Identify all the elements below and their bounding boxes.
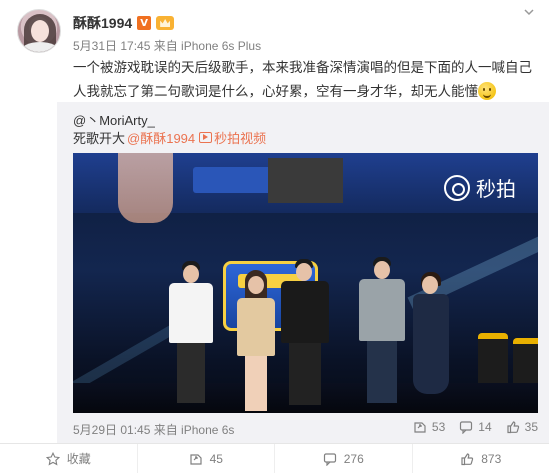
repost-text-prefix: 死歌开大 [73,131,126,146]
like-button[interactable]: 873 [411,444,549,473]
avatar[interactable] [17,9,61,53]
favorite-button[interactable]: 收藏 [0,444,137,473]
post-text: 一个被游戏耽误的天后级歌手，本来我准备深情演唱的但是下面的人一喊自己人我就忘了第… [73,56,533,104]
share-icon [413,420,427,434]
repost-button[interactable]: 45 [136,444,275,473]
weibo-post: 酥酥1994 V 5月31日 17:45 来自 iPhone 6s Plus 一… [0,0,549,473]
comment-icon [459,420,473,434]
repost-stats: 53 14 35 [413,420,538,434]
thumbs-up-icon [460,452,474,466]
favorite-label: 收藏 [66,452,91,466]
comment-count: 276 [343,451,364,466]
star-icon [45,451,60,466]
repost-username[interactable]: @丶MoriArty_ [73,110,155,129]
miaopai-logo-icon [444,174,470,201]
share-icon [189,452,203,466]
like-count: 873 [481,451,502,466]
username[interactable]: 酥酥1994 [73,13,132,33]
repost-box: @丶MoriArty_ 死歌开大 @酥酥1994 秒拍视频 秒拍 5月29日 0… [57,102,549,443]
repost-like-stat[interactable]: 35 [506,420,538,434]
video-watermark-text: 秒拍 [476,177,516,201]
repost-text: 死歌开大 @酥酥1994 秒拍视频 [73,128,266,147]
repost-comment-stat[interactable]: 14 [459,420,492,434]
crown-badge-icon [156,16,175,30]
chevron-down-icon[interactable] [523,6,535,18]
action-bar: 收藏 45 276 873 [0,443,549,473]
username-row: 酥酥1994 V [73,13,175,33]
repost-share-count: 53 [431,420,446,434]
video-link[interactable]: 秒拍视频 [197,128,266,147]
repost-time-source: 5月29日 01:45 来自 iPhone 6s [73,423,235,437]
repost-share-stat[interactable]: 53 [413,420,445,434]
comment-button[interactable]: 276 [274,444,412,473]
repost-comment-count: 14 [478,420,492,434]
screen-figure [118,153,173,223]
video-player[interactable]: 秒拍 [73,153,538,413]
post-text-body: 一个被游戏耽误的天后级歌手，本来我准备深情演唱的但是下面的人一喊自己人我就忘了第… [73,60,532,99]
video-watermark: 秒拍 [444,173,516,202]
repost-like-count: 35 [524,420,538,434]
vip-badge-icon: V [137,16,152,30]
video-link-label: 秒拍视频 [214,131,267,146]
smile-emoji-icon [478,82,496,100]
thumbs-up-icon [506,420,520,434]
post-meta: 5月31日 17:45 来自 iPhone 6s Plus [73,39,262,53]
repost-mention[interactable]: @酥酥1994 [127,128,195,147]
comment-icon [323,452,337,466]
repost-count: 45 [209,451,223,466]
video-link-icon [199,132,213,143]
